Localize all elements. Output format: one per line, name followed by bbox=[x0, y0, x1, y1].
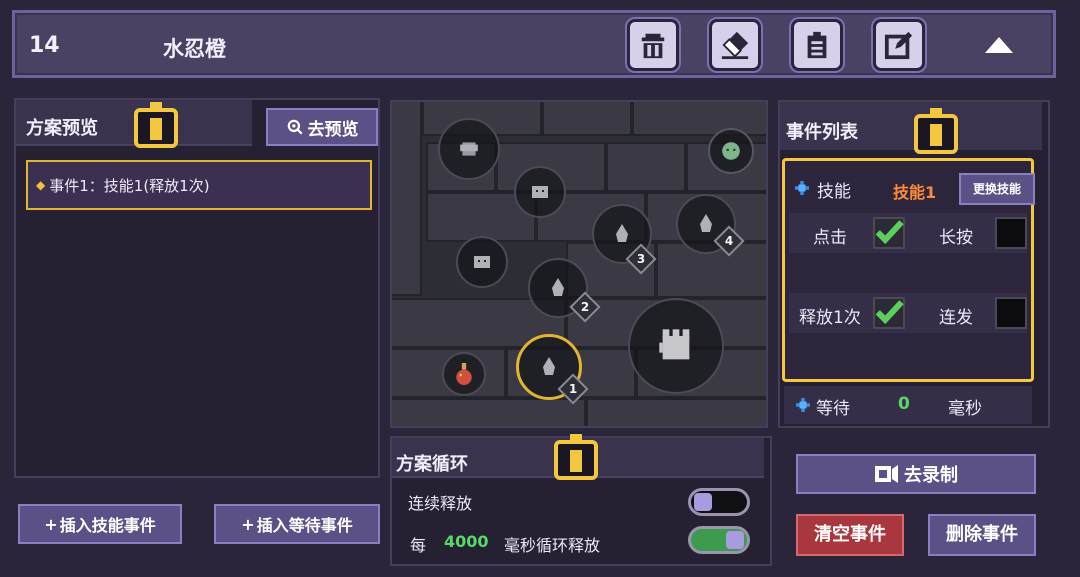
toggle-knob bbox=[726, 531, 744, 549]
flame-icon bbox=[543, 357, 555, 375]
skill-row: 技能 技能1 更换技能 bbox=[789, 165, 1035, 209]
event-list-item[interactable]: ◆ 事件1：技能1(释放1次) bbox=[26, 160, 372, 210]
continuous-release-toggle[interactable] bbox=[688, 488, 750, 516]
event-list-title: 事件列表 bbox=[786, 122, 858, 143]
plan-loop-title: 方案循环 bbox=[396, 454, 468, 475]
record-icon bbox=[875, 465, 898, 483]
plan-loop-panel: 方案循环 连续释放 每 4000 毫秒循环释放 bbox=[390, 434, 772, 566]
potion-icon bbox=[456, 363, 472, 385]
eraser-icon bbox=[721, 31, 749, 60]
indicator-icon bbox=[134, 102, 178, 148]
release-once-checkbox[interactable] bbox=[873, 297, 905, 329]
attack-slot[interactable] bbox=[628, 298, 724, 394]
burst-label: 连发 bbox=[939, 308, 973, 328]
mask-icon bbox=[532, 186, 548, 198]
go-preview-button[interactable]: 去预览 bbox=[266, 108, 378, 146]
flame-icon bbox=[616, 224, 628, 242]
clear-events-button[interactable]: 清空事件 bbox=[796, 514, 904, 556]
click-label: 点击 bbox=[813, 228, 847, 248]
loop-suffix: 毫秒循环释放 bbox=[504, 536, 601, 555]
checkmark-icon bbox=[875, 220, 904, 245]
slot-number: 3 bbox=[636, 252, 646, 266]
slot-number: 4 bbox=[724, 234, 734, 248]
release-once-label: 释放1次 bbox=[799, 308, 861, 328]
mask-icon bbox=[474, 256, 490, 268]
indicator-icon bbox=[914, 108, 958, 154]
flame-icon bbox=[552, 278, 564, 296]
wait-unit: 毫秒 bbox=[948, 399, 982, 419]
plan-preview-panel: 方案预览 去预览 ◆ 事件1：技能1(释放1次) bbox=[14, 98, 380, 478]
burst-checkbox[interactable] bbox=[995, 297, 1027, 329]
loop-prefix: 每 bbox=[410, 536, 427, 555]
insert-skill-event-label: 插入技能事件 bbox=[59, 516, 156, 535]
plan-header: 14 水忍橙 bbox=[12, 10, 1056, 78]
indicator-icon bbox=[554, 434, 598, 480]
insert-skill-event-button[interactable]: + 插入技能事件 bbox=[18, 504, 182, 544]
long-press-label: 长按 bbox=[939, 228, 973, 248]
stone-brick bbox=[606, 142, 686, 192]
stone-wall bbox=[392, 102, 422, 296]
go-record-label: 去录制 bbox=[904, 465, 958, 486]
long-press-checkbox[interactable] bbox=[995, 217, 1027, 249]
skill-slot[interactable] bbox=[438, 118, 500, 180]
insert-wait-event-button[interactable]: + 插入等待事件 bbox=[214, 504, 380, 544]
hand-icon bbox=[659, 329, 690, 360]
event-item-label: 事件1：技能1(释放1次) bbox=[49, 176, 210, 195]
stone-brick bbox=[586, 398, 766, 426]
swap-skill-button[interactable]: 更换技能 bbox=[959, 173, 1035, 205]
plan-name: 水忍橙 bbox=[163, 37, 226, 61]
plus-icon: + bbox=[44, 514, 58, 534]
event-list-header: 事件列表 bbox=[780, 102, 1042, 150]
insert-wait-event-label: 插入等待事件 bbox=[256, 516, 353, 535]
plan-number: 14 bbox=[29, 33, 60, 58]
skill-slot[interactable] bbox=[708, 128, 754, 174]
flame-icon bbox=[700, 214, 712, 232]
delete-event-button[interactable]: 删除事件 bbox=[928, 514, 1036, 556]
event-list-panel: 事件列表 技能 技能1 更换技能 点击 长按 释放1次 连发 等待 0 毫秒 bbox=[778, 100, 1050, 428]
skill-label: 技能 bbox=[817, 182, 851, 202]
release-mode-row: 释放1次 连发 bbox=[789, 293, 1027, 333]
wait-event-row[interactable]: 等待 0 毫秒 bbox=[784, 386, 1032, 424]
plan-preview-title: 方案预览 bbox=[26, 118, 98, 139]
clear-plan-button[interactable] bbox=[709, 19, 761, 71]
skill-name: 技能1 bbox=[893, 183, 937, 202]
selected-event-card: 技能 技能1 更换技能 点击 长按 释放1次 连发 bbox=[782, 158, 1035, 382]
skill-layout-map: 3 4 2 1 bbox=[390, 100, 768, 428]
edit-plan-button[interactable] bbox=[873, 19, 925, 71]
skill-slot[interactable] bbox=[456, 236, 508, 288]
skill-slot[interactable] bbox=[514, 166, 566, 218]
search-icon bbox=[287, 119, 303, 135]
diamond-icon: ◆ bbox=[36, 178, 46, 192]
stone-brick bbox=[542, 102, 632, 136]
stone-brick bbox=[392, 398, 586, 426]
press-mode-row: 点击 长按 bbox=[789, 213, 1027, 253]
edit-icon bbox=[884, 31, 913, 60]
toggle-knob bbox=[694, 493, 712, 511]
collapse-icon[interactable] bbox=[983, 29, 1015, 61]
copy-plan-button[interactable] bbox=[791, 19, 843, 71]
loop-interval-value[interactable]: 4000 bbox=[444, 532, 489, 551]
wait-label: 等待 bbox=[816, 399, 850, 419]
click-checkbox[interactable] bbox=[873, 217, 905, 249]
delete-plan-button[interactable] bbox=[627, 19, 679, 71]
go-record-button[interactable]: 去录制 bbox=[796, 454, 1036, 494]
plus-icon: + bbox=[241, 514, 255, 534]
wait-value[interactable]: 0 bbox=[898, 394, 910, 414]
stone-brick bbox=[632, 102, 766, 136]
go-preview-label: 去预览 bbox=[307, 119, 359, 140]
slot-number: 2 bbox=[580, 300, 590, 314]
loop-release-toggle[interactable] bbox=[688, 526, 750, 554]
continuous-release-label: 连续释放 bbox=[408, 494, 473, 513]
slot-number: 1 bbox=[568, 382, 578, 396]
trash-icon bbox=[641, 33, 665, 59]
blue-bullet-icon bbox=[795, 181, 809, 195]
fist-icon bbox=[460, 142, 478, 156]
creature-icon bbox=[722, 142, 740, 160]
potion-slot[interactable] bbox=[442, 352, 486, 396]
clipboard-icon bbox=[807, 31, 827, 59]
blue-bullet-icon bbox=[796, 398, 810, 412]
checkmark-icon bbox=[875, 300, 904, 325]
